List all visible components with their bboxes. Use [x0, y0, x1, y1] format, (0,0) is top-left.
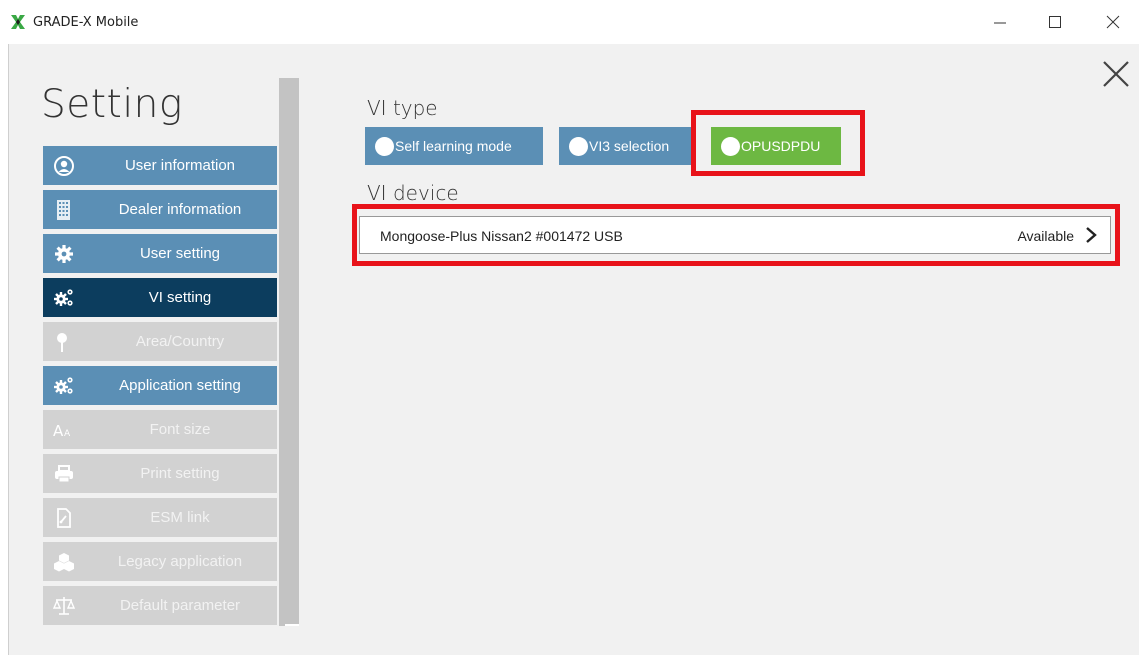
maximize-icon[interactable] — [1045, 12, 1065, 32]
menu-item-label: VI setting — [148, 289, 212, 306]
svg-text:A: A — [64, 429, 71, 439]
minimize-icon[interactable] — [990, 12, 1010, 32]
grade-x-logo-icon — [11, 15, 25, 29]
window-title: GRADE-X Mobile — [33, 15, 139, 30]
svg-text:A: A — [53, 422, 64, 440]
option-label: VI3 selection — [589, 138, 670, 154]
menu-item-label: Print setting — [140, 465, 220, 482]
gears-icon — [54, 289, 73, 306]
vi-device-label: VI device — [367, 181, 459, 205]
self-learning-mode-button[interactable]: Self learning mode — [365, 127, 543, 165]
menu-item-esm-link: ESM link — [43, 498, 277, 537]
menu-item-font-size: A A Font size — [43, 410, 277, 449]
vi3-selection-button[interactable]: VI3 selection — [559, 127, 691, 165]
vi-device-highlight-box — [352, 204, 1120, 266]
menu-item-label: Legacy application — [117, 553, 243, 570]
menu-item-vi-setting[interactable]: VI setting — [43, 278, 277, 317]
map-pin-icon — [57, 333, 67, 352]
gears-icon — [54, 377, 73, 394]
radio-indicator — [569, 137, 588, 156]
menu-item-print-setting: Print setting — [43, 454, 277, 493]
printer-icon — [55, 465, 73, 483]
scrollbar-end-marker — [285, 624, 299, 626]
vi-type-label: VI type — [367, 96, 438, 120]
cubes-icon — [54, 553, 74, 572]
building-icon — [57, 200, 70, 220]
menu-item-dealer-information[interactable]: Dealer information — [43, 190, 277, 229]
menu-item-label: Dealer information — [118, 201, 242, 218]
document-link-icon — [57, 508, 71, 528]
gear-icon — [55, 245, 73, 263]
close-icon[interactable] — [1101, 59, 1131, 89]
menu-item-label: Default parameter — [119, 597, 241, 614]
font-size-icon: A A — [53, 422, 71, 440]
opusdpdu-highlight-box — [691, 110, 865, 176]
menu-item-application-setting[interactable]: Application setting — [43, 366, 277, 405]
menu-item-label: Area/Country — [135, 333, 225, 350]
menu-item-label: User setting — [139, 245, 221, 262]
menu-item-user-information[interactable]: User information — [43, 146, 277, 185]
radio-indicator — [375, 137, 394, 156]
menu-item-label: User information — [124, 157, 236, 174]
balance-scale-icon — [53, 597, 75, 615]
user-circle-icon — [54, 156, 74, 176]
menu-item-area-country: Area/Country — [43, 322, 277, 361]
option-label: Self learning mode — [395, 138, 512, 154]
menu-scrollbar[interactable] — [279, 78, 299, 626]
menu-item-label: ESM link — [150, 509, 210, 526]
menu-item-user-setting[interactable]: User setting — [43, 234, 277, 273]
menu-item-label: Application setting — [119, 377, 241, 394]
page-title: Setting — [41, 82, 183, 127]
menu-item-label: Font size — [149, 421, 211, 438]
menu-item-legacy-application: Legacy application — [43, 542, 277, 581]
settings-menu: User information Dealer information User… — [43, 146, 277, 630]
title-bar: GRADE-X Mobile — [0, 0, 1139, 44]
settings-panel: Setting User information Dealer informat… — [8, 44, 1139, 655]
window-close-icon[interactable] — [1103, 12, 1123, 32]
menu-item-default-parameter: Default parameter — [43, 586, 277, 625]
